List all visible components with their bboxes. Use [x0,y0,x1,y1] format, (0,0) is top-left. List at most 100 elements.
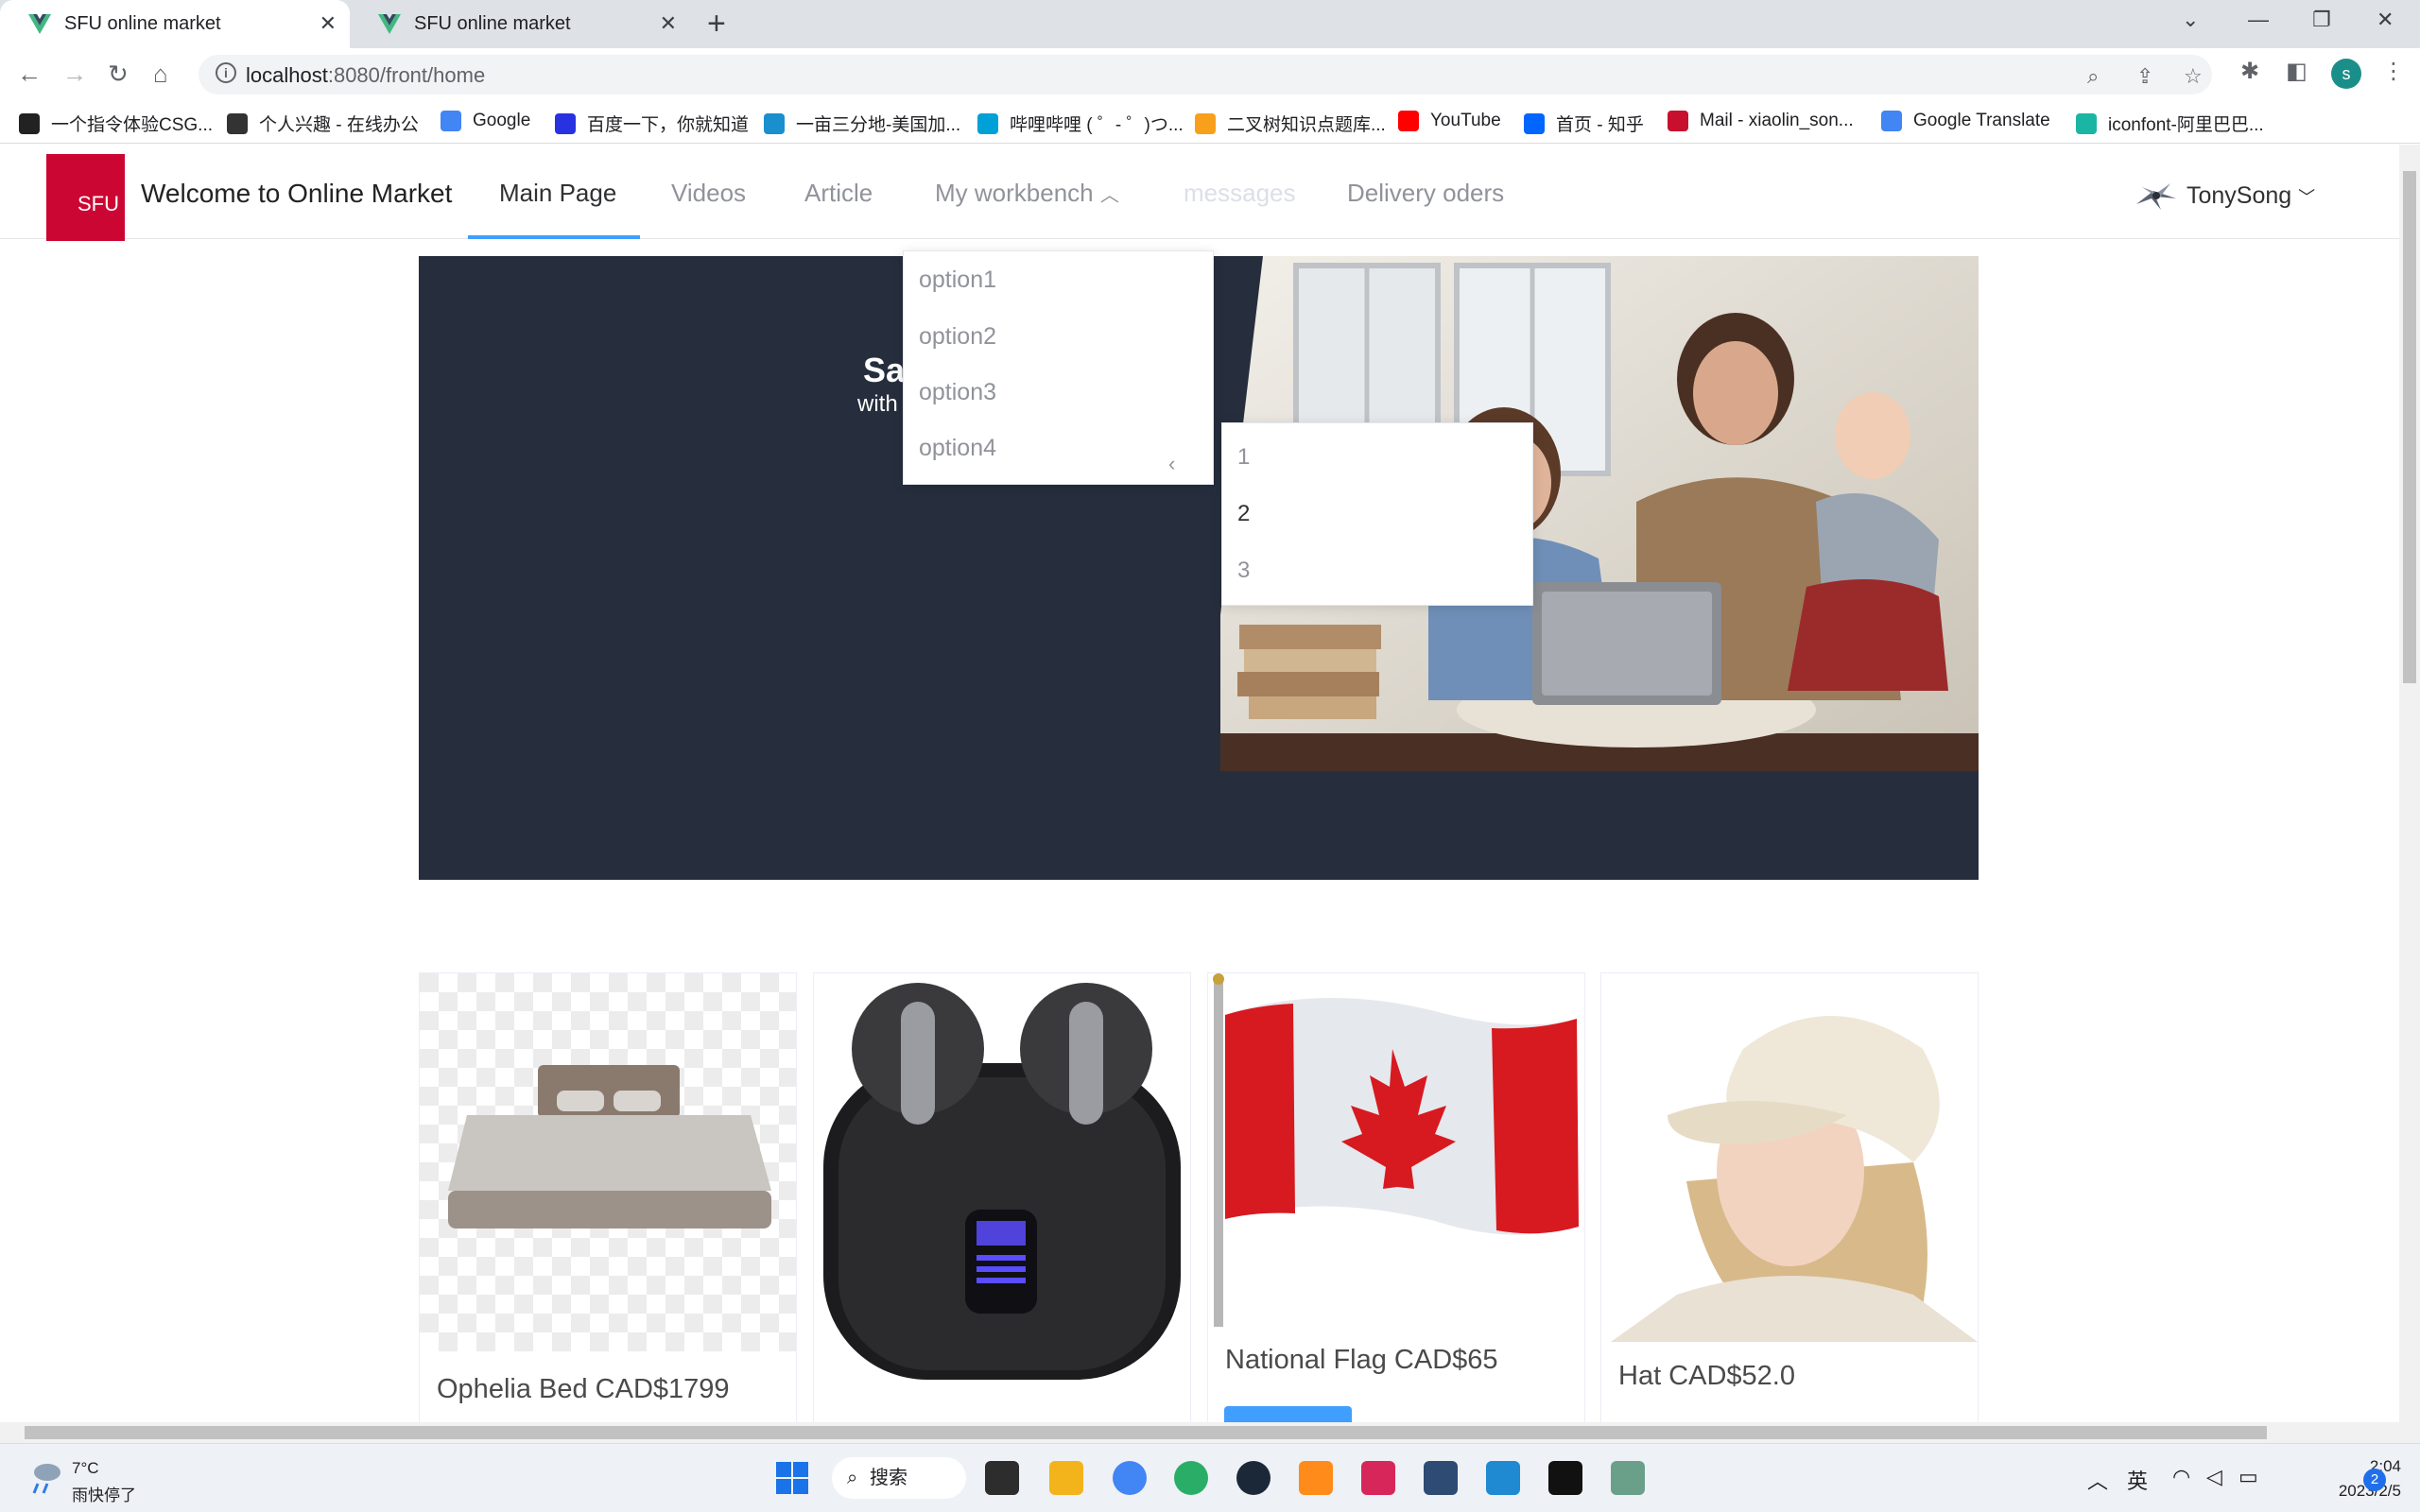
mysql-workbench-icon[interactable] [1424,1461,1458,1495]
forward-icon[interactable]: → [62,60,87,89]
url-text: localhost:8080/front/home [246,63,486,87]
bed-image [420,973,796,1351]
tab-title: SFU online market [64,13,221,34]
vue-logo-icon [28,13,51,34]
horizontal-scrollbar[interactable] [0,1422,2420,1443]
notion-icon [227,112,248,134]
close-window-button[interactable]: ✕ [2377,8,2394,32]
bookmark-label: 哔哩哔哩 ( ゜- ゜)つ... [1010,115,1184,135]
chrome-icon[interactable] [1113,1461,1147,1495]
bookmark-item[interactable]: Google Translate [1881,111,2050,131]
vertical-scrollbar[interactable] [2399,145,2420,1422]
bilibili-icon [977,112,998,134]
steam-icon[interactable] [1236,1461,1270,1495]
product-card[interactable] [813,972,1191,1422]
file-explorer-icon[interactable] [1049,1461,1083,1495]
minimize-button[interactable]: — [2248,8,2269,32]
zhihu-icon [1524,112,1545,134]
submenu-item-3[interactable]: 3 [1237,558,1250,584]
nav-main-page[interactable]: Main Page [499,179,616,208]
banner-subtitle: with [857,391,898,417]
dropdown-option-4[interactable]: option4 [919,435,996,462]
nav-my-workbench[interactable]: My workbench ︿ [935,179,1119,208]
close-tab-icon[interactable]: ✕ [660,11,677,36]
scrollbar-thumb[interactable] [25,1426,2267,1439]
user-menu[interactable]: TonySong ﹀ [2187,182,2315,210]
intellij-icon[interactable] [1361,1461,1395,1495]
nav-messages[interactable]: messages [1184,179,1296,208]
bookmark-label: Mail - xiaolin_son... [1700,111,1854,130]
nav-delivery-orders[interactable]: Delivery oders [1347,179,1504,208]
site-title: Welcome to Online Market [141,179,453,208]
bookmark-item[interactable]: iconfont-阿里巴巴... [2076,111,2264,136]
bookmark-item[interactable]: 哔哩哔哩 ( ゜- ゜)つ... [977,111,1184,136]
vscode-icon[interactable] [1486,1461,1520,1495]
weather-description[interactable]: 雨快停了 [72,1482,136,1505]
banner-title: Sa [863,351,906,389]
nav-videos[interactable]: Videos [671,179,746,208]
bookmark-item[interactable]: 一个指令体验CSG... [19,111,213,136]
tab-search-icon[interactable]: ⌄ [2182,8,2199,32]
task-view-icon[interactable] [985,1461,1019,1495]
bookmark-star-icon[interactable]: ☆ [2184,64,2203,89]
browser-tab-bar: SFU online market ✕ SFU online market ✕ … [0,0,2420,48]
chevron-left-icon: ‹ [1168,452,1176,475]
product-card[interactable]: National Flag CAD$65 [1207,972,1585,1422]
taskbar-search[interactable]: ⌕ 搜索 [832,1457,966,1499]
bookmark-item[interactable]: 首页 - 知乎 [1524,111,1644,136]
leetcode-icon [1195,112,1216,134]
address-bar[interactable]: i localhost:8080/front/home ⌕ ⇪ ☆ [199,55,2212,94]
dropdown-option-3[interactable]: option3 [919,379,996,406]
close-tab-icon[interactable]: ✕ [320,11,337,36]
youtube-icon [1398,111,1419,131]
product-card[interactable]: Hat CAD$52.0 [1600,972,1979,1422]
menu-kebab-icon[interactable]: ⋮ [2382,58,2405,85]
side-panel-icon[interactable]: ◧ [2286,58,2308,85]
back-icon[interactable]: ← [17,60,42,89]
bookmark-item[interactable]: 百度一下，你就知道 [555,111,749,136]
submenu-item-2[interactable]: 2 [1237,501,1250,527]
site-info-icon[interactable]: i [216,62,236,83]
bookmark-item[interactable]: 个人兴趣 - 在线办公 [227,111,419,136]
wifi-icon[interactable]: ◠ [2172,1465,2190,1489]
battery-icon[interactable]: ▭ [2238,1465,2258,1489]
wechat-icon[interactable] [1174,1461,1208,1495]
bookmark-item[interactable]: 一亩三分地-美国加... [764,111,960,136]
bookmark-label: 首页 - 知乎 [1556,115,1644,135]
home-icon[interactable]: ⌂ [153,60,168,89]
terminal-icon[interactable] [1548,1461,1582,1495]
submenu-item-1[interactable]: 1 [1237,444,1250,471]
add-to-cart-button[interactable] [1224,1406,1352,1422]
tray-overflow-icon[interactable]: ︿ [2087,1465,2108,1495]
bookmark-item[interactable]: YouTube [1398,111,1501,131]
bookmark-item[interactable]: Google [441,111,530,131]
ime-indicator[interactable]: 英 [2127,1465,2148,1495]
bookmark-label: 一亩三分地-美国加... [796,115,961,135]
bookmark-item[interactable]: 二叉树知识点题库... [1195,111,1386,136]
browser-tab[interactable]: SFU online market ✕ [350,0,690,48]
extensions-icon[interactable]: ✱ [2240,58,2259,85]
weather-temperature[interactable]: 7°C [72,1459,99,1478]
zoom-icon[interactable]: ⌕ [2087,64,2099,89]
scrollbar-thumb[interactable] [2403,171,2416,683]
profile-avatar[interactable]: s [2331,59,2361,89]
volume-icon[interactable]: ◁ [2206,1465,2222,1489]
dropdown-option-1[interactable]: option1 [919,266,996,294]
browser-tab-active[interactable]: SFU online market ✕ [0,0,350,48]
weather-rain-icon [32,1464,60,1494]
sfu-logo[interactable]: SFU [46,154,125,241]
nav-article[interactable]: Article [804,179,873,208]
user-avatar[interactable] [2133,178,2180,212]
restore-button[interactable]: ❐ [2312,8,2331,32]
windows-start-icon[interactable] [775,1461,809,1495]
bookmark-item[interactable]: Mail - xiaolin_son... [1668,111,1854,131]
app-icon[interactable] [1299,1461,1333,1495]
new-tab-button[interactable]: + [707,6,726,43]
dropdown-option-2[interactable]: option2 [919,323,996,351]
clock-time[interactable]: 2:04 [2316,1457,2401,1476]
product-card[interactable]: Ophelia Bed CAD$1799 [419,972,797,1422]
notification-badge[interactable]: 2 [2363,1469,2386,1491]
share-icon[interactable]: ⇪ [2136,64,2153,89]
reload-icon[interactable]: ↻ [108,60,129,89]
app-icon[interactable] [1611,1461,1645,1495]
